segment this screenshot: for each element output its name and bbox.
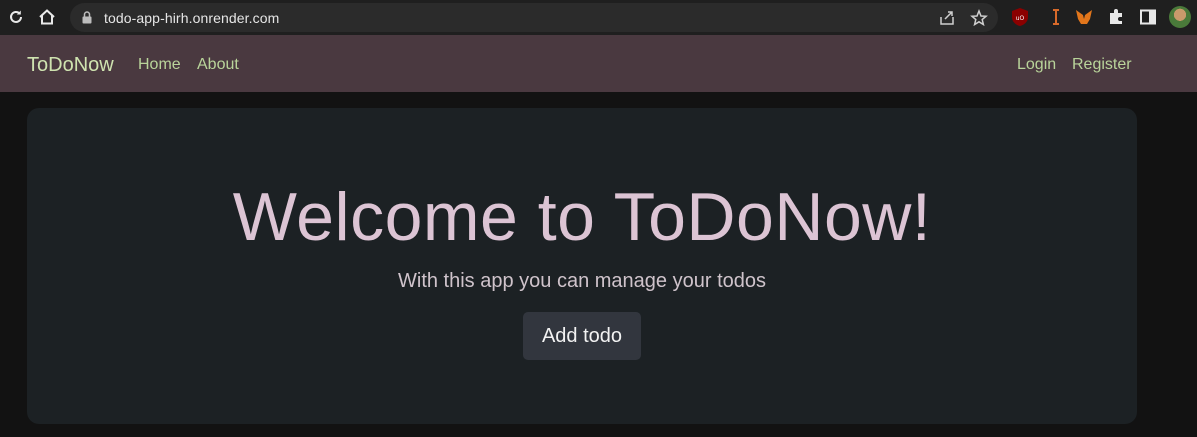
app-navbar: ToDoNow Home About Login Register (0, 35, 1197, 92)
nav-link-login[interactable]: Login (1017, 56, 1056, 74)
ublock-icon[interactable]: uO (1010, 7, 1030, 27)
home-icon[interactable] (36, 6, 58, 28)
bookmark-star-icon[interactable] (970, 8, 988, 32)
sidepanel-icon[interactable] (1138, 7, 1158, 27)
brand-logo[interactable]: ToDoNow (27, 54, 114, 77)
add-todo-button[interactable]: Add todo (523, 312, 641, 360)
nav-link-about[interactable]: About (197, 56, 239, 74)
svg-text:uO: uO (1016, 15, 1025, 22)
lock-icon[interactable] (82, 11, 92, 29)
url-text[interactable]: todo-app-hirh.onrender.com (104, 10, 279, 26)
reload-icon[interactable] (5, 6, 27, 28)
nav-link-home[interactable]: Home (138, 56, 181, 74)
address-bar[interactable]: todo-app-hirh.onrender.com (70, 3, 998, 32)
metamask-icon[interactable] (1074, 7, 1094, 27)
extension-i-icon[interactable] (1046, 7, 1066, 27)
puzzle-icon[interactable] (1106, 7, 1126, 27)
nav-link-register[interactable]: Register (1072, 56, 1132, 74)
share-icon[interactable] (938, 9, 956, 32)
browser-toolbar: todo-app-hirh.onrender.com uO (0, 0, 1197, 35)
hero-card: Welcome to ToDoNow! With this app you ca… (27, 108, 1137, 424)
page-title: Welcome to ToDoNow! (232, 179, 932, 255)
hero-subtitle: With this app you can manage your todos (398, 270, 766, 292)
profile-avatar[interactable] (1169, 6, 1191, 28)
